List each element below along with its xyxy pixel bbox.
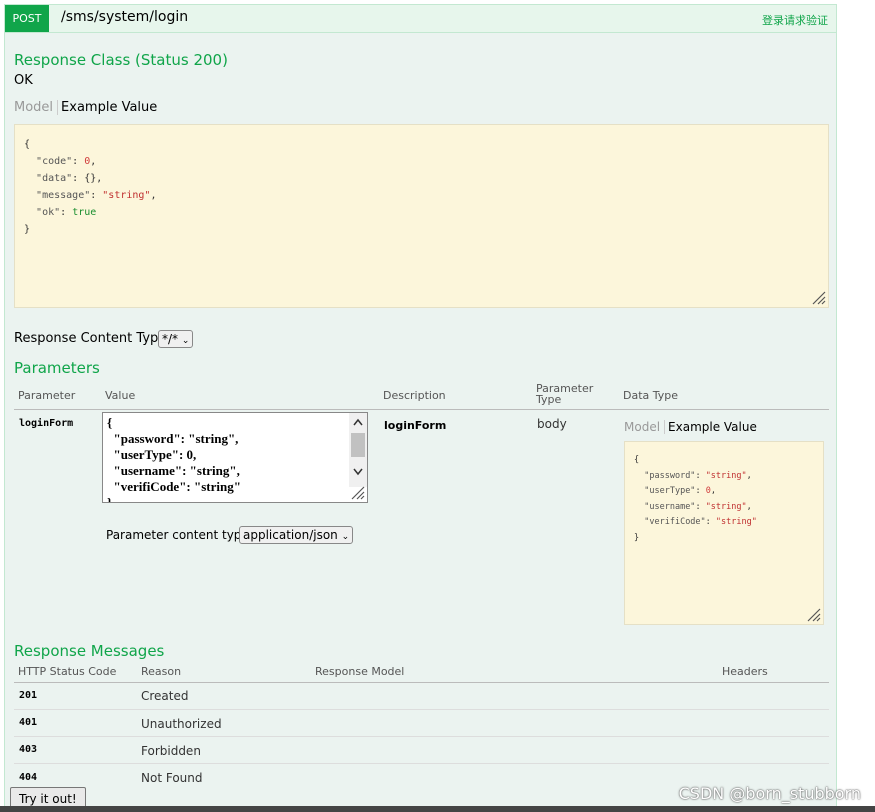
param-header-parameter-type: Parameter Type <box>536 382 594 406</box>
param-tab-example-value[interactable]: Example Value <box>665 420 757 434</box>
param-description: loginForm <box>384 419 447 432</box>
watermark: CSDN @born_stubborn <box>678 784 861 803</box>
chevron-down-icon: ⌄ <box>181 336 190 346</box>
response-content-type-select[interactable]: */* ⌄ <box>158 330 194 348</box>
param-name: loginForm <box>19 418 74 429</box>
param-example-box: { "password": "string", "userType": 0, "… <box>624 441 824 625</box>
param-content-type-select[interactable]: application/json ⌄ <box>239 526 354 544</box>
param-type: body <box>537 417 567 431</box>
response-class-title: Response Class (Status 200) <box>14 51 228 69</box>
http-method-badge[interactable]: POST <box>5 5 49 32</box>
msg-header-divider <box>14 682 829 683</box>
row-divider <box>14 709 829 710</box>
parameters-title: Parameters <box>14 359 100 377</box>
endpoint-summary[interactable]: 登录请求验证 <box>762 12 828 28</box>
response-content-type-label: Response Content Type <box>14 331 167 346</box>
response-example-box: { "code": 0, "data": {}, "message": "str… <box>14 124 829 308</box>
endpoint-path[interactable]: /sms/system/login <box>61 9 188 25</box>
param-value-textarea[interactable]: { "password": "string", "userType": 0, "… <box>102 412 368 503</box>
param-header-divider <box>14 409 829 410</box>
msg-header-reason: Reason <box>141 665 182 678</box>
response-status-text: OK <box>14 73 33 88</box>
param-model-tabs: Model Example Value <box>624 420 757 434</box>
row-divider <box>14 736 829 737</box>
textarea-scrollbar[interactable] <box>349 413 367 487</box>
param-header-data-type: Data Type <box>623 389 679 402</box>
textarea-resize-grip-icon[interactable] <box>349 484 365 500</box>
tab-model[interactable]: Model <box>14 100 59 115</box>
response-model-tabs: Model Example Value <box>14 100 157 115</box>
chevron-down-icon: ⌄ <box>341 532 350 542</box>
param-content-type-label: Parameter content type: <box>106 528 253 542</box>
tab-example-value[interactable]: Example Value <box>58 100 157 115</box>
param-header-description: Description <box>383 389 446 402</box>
row-divider <box>14 763 829 764</box>
msg-header-headers: Headers <box>722 665 768 678</box>
resize-grip-icon[interactable] <box>810 289 826 305</box>
resize-grip-icon[interactable] <box>805 606 821 622</box>
scroll-thumb[interactable] <box>351 433 365 457</box>
operation-header[interactable]: POST /sms/system/login 登录请求验证 <box>5 5 836 33</box>
param-header-value: Value <box>105 389 136 402</box>
param-tab-model[interactable]: Model <box>624 420 666 434</box>
param-header-parameter: Parameter <box>18 389 76 402</box>
bottom-bar <box>0 806 875 812</box>
msg-header-model: Response Model <box>315 665 405 678</box>
msg-header-code: HTTP Status Code <box>18 665 117 678</box>
response-messages-title: Response Messages <box>14 642 165 660</box>
scroll-down-icon[interactable] <box>353 468 363 476</box>
param-value-text: { "password": "string", "userType": 0, "… <box>107 415 241 503</box>
scroll-up-icon[interactable] <box>353 418 363 426</box>
